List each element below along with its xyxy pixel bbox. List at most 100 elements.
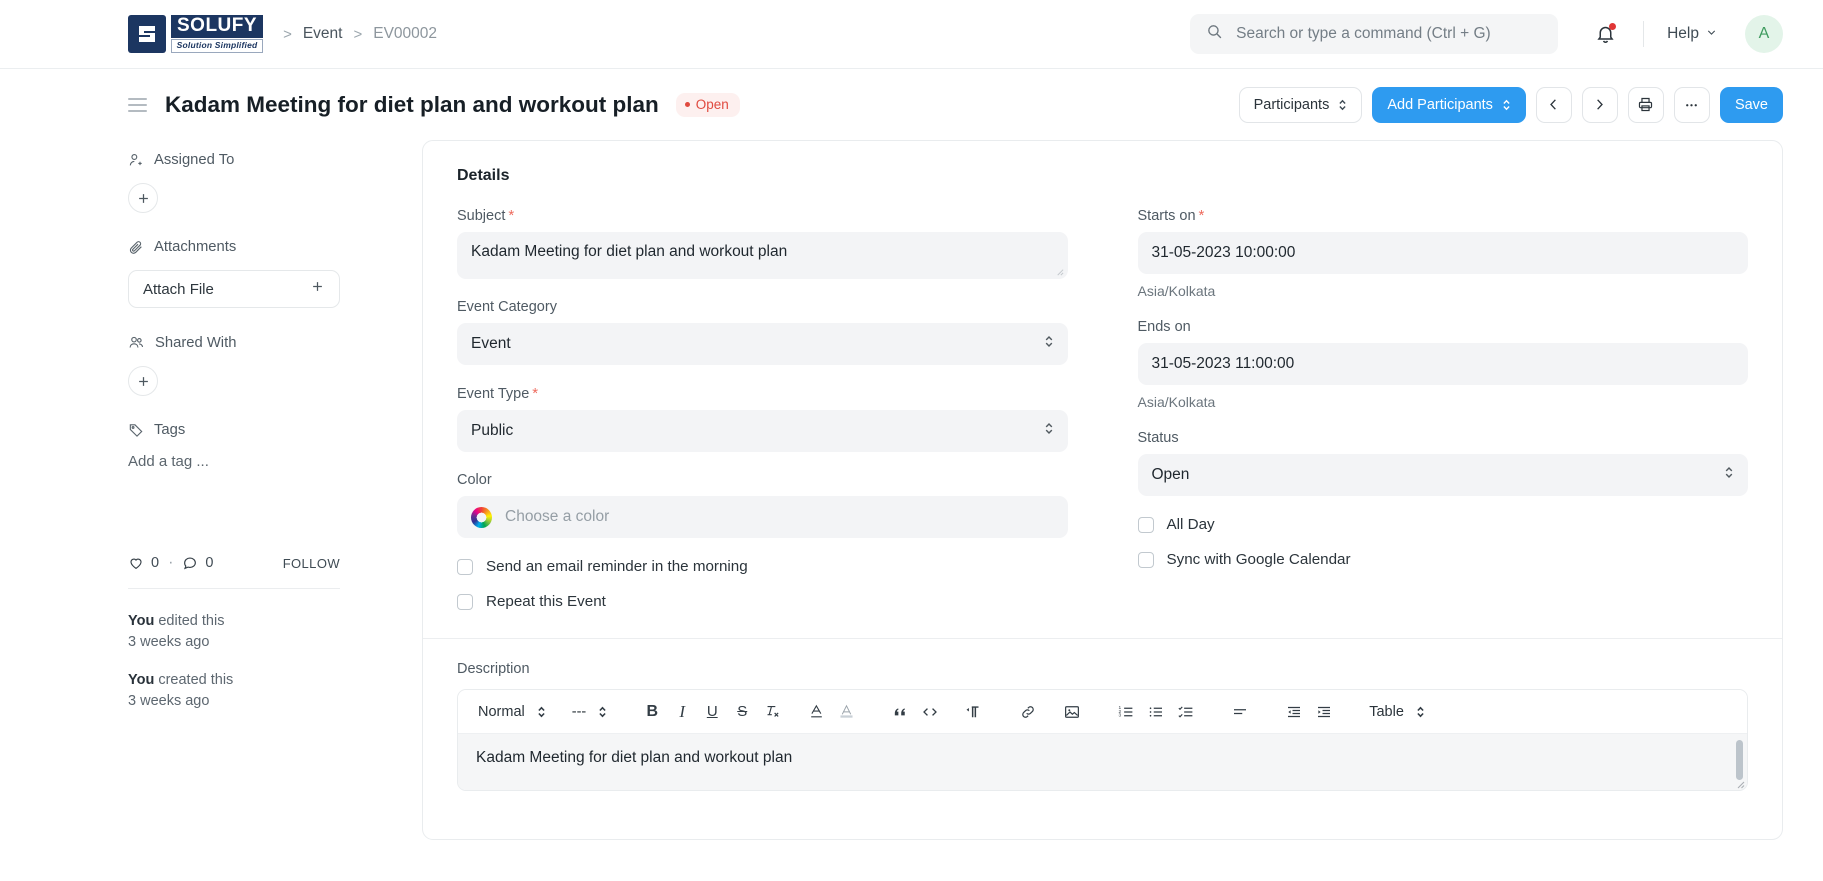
outdent-button[interactable]: [1279, 697, 1309, 727]
all-day-checkbox[interactable]: [1137, 516, 1154, 533]
add-shared-user-button[interactable]: [128, 366, 158, 396]
email-reminder-checkbox-row[interactable]: Send an email reminder in the morning: [457, 558, 1068, 575]
details-card: Details Subject * Kadam Meeting for diet…: [422, 140, 1783, 840]
help-menu[interactable]: Help: [1663, 21, 1721, 47]
description-content[interactable]: Kadam Meeting for diet plan and workout …: [458, 734, 1747, 790]
avatar[interactable]: A: [1745, 15, 1783, 53]
sidebar-section-attachments: Attachments Attach File: [128, 239, 396, 308]
code-button[interactable]: [915, 697, 945, 727]
bullet-list-icon: [1149, 706, 1163, 717]
clear-formatting-button[interactable]: [757, 697, 787, 727]
print-button[interactable]: [1627, 86, 1664, 123]
breadcrumb-item-record[interactable]: EV00002: [373, 25, 437, 43]
status-dot-icon: [684, 101, 690, 107]
page-header: Kadam Meeting for diet plan and workout …: [0, 69, 1823, 140]
status-label: Status: [1138, 430, 1749, 446]
repeat-event-label: Repeat this Event: [486, 593, 606, 610]
status-select[interactable]: Open: [1137, 454, 1748, 496]
add-assignee-button[interactable]: [128, 183, 158, 213]
italic-button[interactable]: I: [667, 697, 697, 727]
attach-file-button[interactable]: Attach File: [128, 270, 340, 308]
link-icon: [1022, 705, 1035, 718]
assigned-to-label: Assigned To: [154, 152, 235, 168]
all-day-checkbox-row[interactable]: All Day: [1137, 516, 1749, 533]
text-direction-button[interactable]: [959, 697, 989, 727]
comment-button[interactable]: 0: [182, 555, 213, 571]
users-icon: [129, 336, 144, 348]
editor-scrollbar[interactable]: [1736, 740, 1743, 780]
search-input[interactable]: Search or type a command (Ctrl + G): [1190, 14, 1559, 54]
font-family-value: ---: [571, 703, 587, 720]
ordered-list-icon: 1 2 3: [1119, 705, 1133, 718]
activity-action: created this: [158, 672, 234, 689]
breadcrumb-item-event[interactable]: Event: [303, 25, 343, 43]
hamburger-icon[interactable]: [128, 97, 147, 112]
text-style-value: Normal: [478, 703, 525, 720]
link-button[interactable]: [1013, 697, 1043, 727]
sync-google-checkbox-row[interactable]: Sync with Google Calendar: [1137, 551, 1749, 568]
save-button[interactable]: Save: [1719, 86, 1783, 123]
strikethrough-button[interactable]: S: [727, 697, 757, 727]
navbar-divider: [1643, 21, 1645, 47]
outdent-icon: [1288, 706, 1301, 717]
status-label: Open: [695, 96, 729, 112]
previous-record-button[interactable]: [1535, 86, 1572, 123]
event-category-label: Event Category: [457, 299, 1068, 315]
details-left-column: Subject * Kadam Meeting for diet plan an…: [457, 207, 1068, 628]
align-icon: [1234, 708, 1247, 714]
repeat-event-checkbox-row[interactable]: Repeat this Event: [457, 593, 1068, 610]
highlight-button[interactable]: [831, 697, 861, 727]
check-list-icon: [1178, 705, 1193, 718]
indent-button[interactable]: [1309, 697, 1339, 727]
underline-button[interactable]: U: [697, 697, 727, 727]
ends-on-input[interactable]: 31-05-2023 11:00:00: [1137, 343, 1748, 385]
notifications-button[interactable]: [1586, 15, 1624, 53]
subject-input[interactable]: Kadam Meeting for diet plan and workout …: [457, 232, 1068, 279]
event-category-select[interactable]: Event: [457, 323, 1068, 365]
event-category-value: Event: [471, 335, 511, 352]
sidebar-section-tags: Tags Add a tag ...: [128, 422, 396, 470]
sync-google-checkbox[interactable]: [1137, 551, 1154, 568]
color-input[interactable]: Choose a color: [457, 496, 1068, 538]
search-placeholder: Search or type a command (Ctrl + G): [1236, 25, 1491, 42]
event-type-select[interactable]: Public: [457, 410, 1068, 452]
event-type-label-text: Event Type: [457, 385, 530, 402]
editor-resize-handle-icon[interactable]: [1735, 779, 1745, 789]
app-logo[interactable]: SOLUFY Solution Simplified: [128, 15, 264, 53]
blockquote-button[interactable]: [885, 697, 915, 727]
font-color-button[interactable]: [801, 697, 831, 727]
stepper-icon: [1417, 706, 1424, 717]
strike-label: S: [737, 703, 748, 720]
bold-button[interactable]: B: [637, 697, 667, 727]
description-editor: Normal --- B I U S 1 2 3 Table Kadam Mee…: [457, 689, 1748, 791]
status-value: Open: [1151, 466, 1190, 483]
like-button[interactable]: 0: [128, 555, 159, 571]
more-options-button[interactable]: [1673, 86, 1710, 123]
font-family-select[interactable]: ---: [566, 697, 614, 727]
participants-button[interactable]: Participants: [1238, 86, 1363, 123]
text-style-select[interactable]: Normal: [472, 697, 552, 727]
table-select[interactable]: Table: [1363, 697, 1431, 727]
add-tag-input[interactable]: Add a tag ...: [128, 453, 396, 470]
chevron-left-icon: [1550, 99, 1557, 110]
follow-button[interactable]: FOLLOW: [283, 556, 340, 571]
chevron-right-icon: [1597, 99, 1604, 110]
plus-icon: [138, 193, 148, 203]
check-list-button[interactable]: [1171, 697, 1201, 727]
repeat-event-checkbox[interactable]: [457, 593, 473, 610]
subject-label: Subject *: [457, 207, 1068, 224]
ordered-list-button[interactable]: 1 2 3: [1111, 697, 1141, 727]
add-participants-button[interactable]: Add Participants: [1372, 86, 1526, 123]
starts-on-value: 31-05-2023 10:00:00: [1151, 244, 1296, 261]
next-record-button[interactable]: [1581, 86, 1618, 123]
image-button[interactable]: [1057, 697, 1087, 727]
starts-on-input[interactable]: 31-05-2023 10:00:00: [1137, 232, 1748, 274]
email-reminder-checkbox[interactable]: [457, 558, 473, 575]
font-color-icon: [810, 704, 822, 718]
bullet-list-button[interactable]: [1141, 697, 1171, 727]
align-button[interactable]: [1225, 697, 1255, 727]
resize-handle-icon[interactable]: [1055, 267, 1064, 276]
color-wheel-icon[interactable]: [471, 506, 492, 528]
status-label-text: Status: [1137, 430, 1179, 446]
attach-file-label: Attach File: [143, 280, 214, 298]
